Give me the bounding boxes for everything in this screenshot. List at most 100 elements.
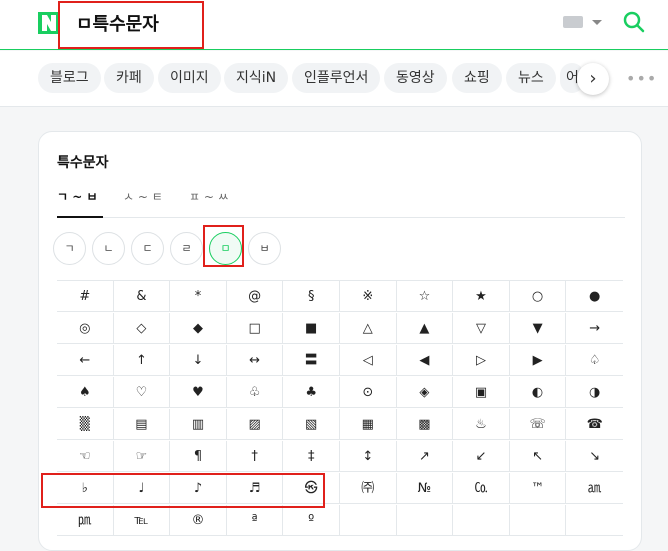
symbol-cell[interactable]: ▧: [283, 409, 340, 440]
symbol-cell[interactable]: ♬: [227, 473, 284, 504]
symbol-cell[interactable]: ◀: [397, 345, 454, 376]
tab-blog[interactable]: 블로그: [38, 63, 101, 93]
symbol-cell[interactable]: ♧: [227, 377, 284, 408]
tab-cafe[interactable]: 카페: [104, 63, 154, 93]
symbol-cell[interactable]: ‡: [283, 441, 340, 472]
symbol-cell[interactable]: ●: [566, 281, 623, 312]
symbol-cell[interactable]: ㏂: [566, 473, 623, 504]
symbol-cell[interactable]: ■: [283, 313, 340, 344]
symbol-cell[interactable]: ♠: [57, 377, 114, 408]
symbol-cell[interactable]: ㏘: [57, 505, 114, 536]
tab-shopping[interactable]: 쇼핑: [452, 63, 502, 93]
symbol-cell[interactable]: ◇: [114, 313, 171, 344]
symbol-cell[interactable]: ▩: [397, 409, 454, 440]
symbol-cell[interactable]: ▲: [397, 313, 454, 344]
tab-kin[interactable]: 지식iN: [224, 63, 289, 93]
symbol-cell[interactable]: ◁: [340, 345, 397, 376]
symbol-cell[interactable]: ®: [170, 505, 227, 536]
symbol-cell[interactable]: ☆: [397, 281, 454, 312]
range-tab-3[interactable]: ㅍ ~ ㅆ: [189, 188, 229, 205]
symbol-cell[interactable]: ↑: [114, 345, 171, 376]
range-tabs: ㄱ ~ ㅂ ㅅ ~ ㅌ ㅍ ~ ㅆ: [57, 188, 625, 218]
range-tab-2[interactable]: ㅅ ~ ㅌ: [123, 188, 163, 205]
symbol-cell[interactable]: ▒: [57, 409, 114, 440]
symbol-cell[interactable]: ¶: [170, 441, 227, 472]
symbol-cell[interactable]: ↙: [453, 441, 510, 472]
symbol-cell[interactable]: ↖: [510, 441, 567, 472]
symbol-cell[interactable]: †: [227, 441, 284, 472]
symbol-cell[interactable]: ▽: [453, 313, 510, 344]
symbol-cell[interactable]: §: [283, 281, 340, 312]
symbol-cell[interactable]: º: [283, 505, 340, 536]
symbol-cell[interactable]: ㉿: [283, 473, 340, 504]
naver-logo[interactable]: [38, 12, 60, 34]
symbol-cell[interactable]: ☎: [566, 409, 623, 440]
symbol-cell[interactable]: ←: [57, 345, 114, 376]
symbol-cell[interactable]: ♡: [114, 377, 171, 408]
symbol-cell[interactable]: ↔: [227, 345, 284, 376]
symbol-cell[interactable]: ♪: [170, 473, 227, 504]
symbol-cell[interactable]: ▼: [510, 313, 567, 344]
symbol-cell[interactable]: ◈: [397, 377, 454, 408]
symbol-cell[interactable]: №: [397, 473, 454, 504]
symbol-cell[interactable]: ☞: [114, 441, 171, 472]
symbol-cell[interactable]: &: [114, 281, 171, 312]
range-tab-1[interactable]: ㄱ ~ ㅂ: [57, 188, 98, 205]
symbol-cell[interactable]: ◑: [566, 377, 623, 408]
symbol-cell[interactable]: ▶: [510, 345, 567, 376]
symbol-cell[interactable]: ™: [510, 473, 567, 504]
symbol-cell[interactable]: ★: [453, 281, 510, 312]
consonant-button[interactable]: ㄱ: [53, 232, 86, 265]
chevron-down-icon[interactable]: [592, 20, 602, 25]
search-icon[interactable]: [622, 10, 646, 34]
chevron-right-icon[interactable]: ›: [577, 63, 609, 95]
symbol-cell[interactable]: ↓: [170, 345, 227, 376]
symbol-cell[interactable]: ª: [227, 505, 284, 536]
symbol-cell[interactable]: ▣: [453, 377, 510, 408]
symbol-cell[interactable]: 〓: [283, 345, 340, 376]
more-icon[interactable]: •••: [626, 69, 657, 88]
symbol-cell[interactable]: ☜: [57, 441, 114, 472]
symbol-cell[interactable]: ♭: [57, 473, 114, 504]
consonant-button[interactable]: ㅂ: [248, 232, 281, 265]
symbol-cell[interactable]: □: [227, 313, 284, 344]
search-query[interactable]: ㅁ특수문자: [76, 10, 159, 36]
symbol-cell[interactable]: ○: [510, 281, 567, 312]
symbol-cell[interactable]: ♥: [170, 377, 227, 408]
symbol-cell[interactable]: →: [566, 313, 623, 344]
symbol-cell[interactable]: ⊙: [340, 377, 397, 408]
tab-influencer[interactable]: 인플루언서: [292, 63, 381, 93]
symbol-cell[interactable]: ▥: [170, 409, 227, 440]
symbol-cell[interactable]: ▤: [114, 409, 171, 440]
consonant-button[interactable]: ㄹ: [170, 232, 203, 265]
symbol-cell[interactable]: #: [57, 281, 114, 312]
symbol-cell[interactable]: ◐: [510, 377, 567, 408]
symbol-cell[interactable]: △: [340, 313, 397, 344]
symbol-cell[interactable]: *: [170, 281, 227, 312]
symbol-cell[interactable]: ▷: [453, 345, 510, 376]
symbol-cell[interactable]: ↗: [397, 441, 454, 472]
symbol-cell[interactable]: ▦: [340, 409, 397, 440]
tab-news[interactable]: 뉴스: [506, 63, 556, 93]
symbol-cell[interactable]: ↕: [340, 441, 397, 472]
symbol-cell[interactable]: ♩: [114, 473, 171, 504]
symbol-cell[interactable]: ※: [340, 281, 397, 312]
symbol-cell[interactable]: ℡: [114, 505, 171, 536]
symbol-cell[interactable]: ◆: [170, 313, 227, 344]
symbol-cell[interactable]: ♤: [566, 345, 623, 376]
symbol-cell[interactable]: ㈜: [340, 473, 397, 504]
symbol-cell[interactable]: ♣: [283, 377, 340, 408]
tab-video[interactable]: 동영상: [384, 63, 447, 93]
symbol-cell[interactable]: ㏇: [453, 473, 510, 504]
symbol-cell[interactable]: ☏: [510, 409, 567, 440]
symbol-cell[interactable]: @: [227, 281, 284, 312]
symbol-cell[interactable]: ↘: [566, 441, 623, 472]
keyboard-icon[interactable]: [563, 16, 583, 28]
symbol-cell[interactable]: ♨: [453, 409, 510, 440]
consonant-button[interactable]: ㄴ: [92, 232, 125, 265]
symbol-cell[interactable]: ◎: [57, 313, 114, 344]
symbol-cell[interactable]: ▨: [227, 409, 284, 440]
symbol-row: # & * @ § ※ ☆ ★ ○ ●: [57, 281, 623, 312]
tab-image[interactable]: 이미지: [158, 63, 221, 93]
consonant-button[interactable]: ㄷ: [131, 232, 164, 265]
